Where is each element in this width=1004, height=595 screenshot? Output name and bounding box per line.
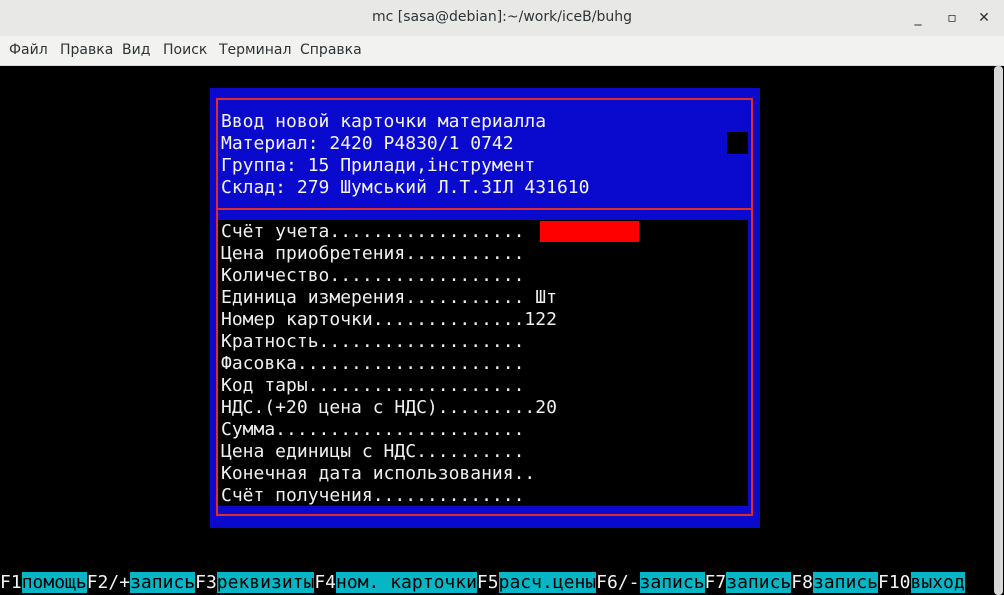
fkey-f3[interactable]: F3 xyxy=(195,572,217,593)
dialog-title: Ввод новой карточки материалла xyxy=(221,111,547,132)
menu-search[interactable]: Поиск xyxy=(163,42,207,58)
fkey-f8-label[interactable]: запись xyxy=(812,572,878,593)
menu-view[interactable]: Вид xyxy=(122,42,150,58)
fkey-f6-label[interactable]: запись xyxy=(639,572,705,593)
window-title: mc [sasa@debian]:~/work/iceB/buhg xyxy=(372,9,632,25)
account-input[interactable] xyxy=(540,221,639,242)
menu-help[interactable]: Справка xyxy=(300,42,362,58)
field-vat[interactable]: НДС.(+20 цена с НДС).........20 xyxy=(221,397,557,419)
menu-bar: Файл Правка Вид Поиск Терминал Справка xyxy=(0,36,1004,66)
field-receipt-account[interactable]: Счёт получения.............. xyxy=(221,485,524,507)
field-quantity[interactable]: Количество.................. xyxy=(221,265,524,287)
fkey-f3-label[interactable]: реквизиты xyxy=(216,572,315,593)
maximize-button[interactable]: ▫ xyxy=(942,8,962,28)
fkey-f5-label[interactable]: расч.цены xyxy=(498,572,597,593)
fkey-f7[interactable]: F7 xyxy=(705,572,727,593)
warehouse-line: Склад: 279 Шумський Л.Т.ЗІЛ 431610 xyxy=(221,177,590,198)
field-packing[interactable]: Фасовка..................... xyxy=(221,353,524,375)
field-multiplicity[interactable]: Кратность................... xyxy=(221,331,524,353)
group-line: Группа: 15 Прилади,інструмент xyxy=(221,155,536,176)
dialog-separator xyxy=(218,208,751,210)
fkey-f1[interactable]: F1 xyxy=(0,572,22,593)
menu-edit[interactable]: Правка xyxy=(60,42,113,58)
fkey-f4-label[interactable]: ном. карточки xyxy=(336,572,477,593)
fkey-f10-label[interactable]: выход xyxy=(910,572,965,593)
menu-terminal[interactable]: Терминал xyxy=(219,42,291,58)
title-bar: mc [sasa@debian]:~/work/iceB/buhg _ ▫ ✕ xyxy=(0,0,1004,37)
field-expiry-date[interactable]: Конечная дата использования.. xyxy=(221,463,535,485)
fkey-f4[interactable]: F4 xyxy=(314,572,336,593)
minimize-button[interactable]: _ xyxy=(908,8,928,28)
menu-file[interactable]: Файл xyxy=(9,42,48,58)
field-unit-price-vat[interactable]: Цена единицы с НДС.......... xyxy=(221,441,524,463)
field-unit[interactable]: Единица измерения........... Шт xyxy=(221,287,557,309)
fkey-f2[interactable]: F2/+ xyxy=(87,572,130,593)
fkey-f7-label[interactable]: запись xyxy=(726,572,792,593)
function-key-bar: F1помощьF2/+записьF3реквизитыF4ном. карт… xyxy=(0,572,965,594)
field-tare-code[interactable]: Код тары.................... xyxy=(221,375,524,397)
material-line: Материал: 2420 Р4830/1 0742 xyxy=(221,133,514,154)
text-cursor xyxy=(727,132,748,154)
close-button[interactable]: ✕ xyxy=(974,8,994,28)
fkey-f10[interactable]: F10 xyxy=(878,572,911,593)
field-account[interactable]: Счёт учета.................. xyxy=(221,221,524,243)
fkey-f6[interactable]: F6/- xyxy=(596,572,639,593)
fkey-f8[interactable]: F8 xyxy=(791,572,813,593)
field-card-number[interactable]: Номер карточки..............122 xyxy=(221,309,557,331)
scrollbar-thumb[interactable] xyxy=(994,66,1003,595)
fkey-f5[interactable]: F5 xyxy=(477,572,499,593)
fkey-f2-label[interactable]: запись xyxy=(130,572,196,593)
field-sum[interactable]: Сумма....................... xyxy=(221,419,524,441)
fkey-f1-label[interactable]: помощь xyxy=(21,572,87,593)
field-purchase-price[interactable]: Цена приобретения........... xyxy=(221,243,524,265)
